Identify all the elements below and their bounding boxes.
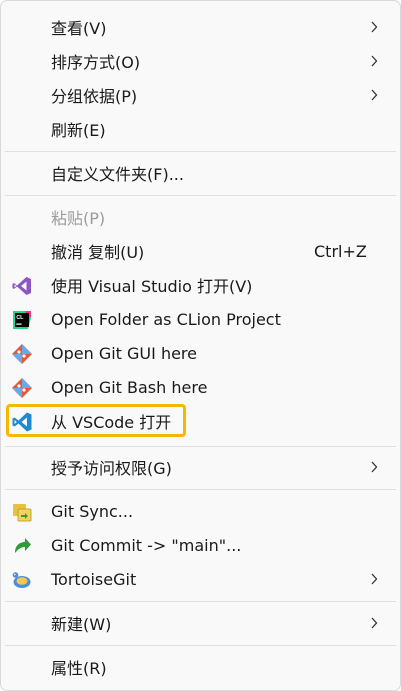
menu-item-properties[interactable]: 属性(R): [1, 650, 400, 684]
menu-separator: [5, 446, 396, 447]
chevron-right-icon: [367, 450, 381, 484]
svg-text:CL: CL: [16, 315, 24, 321]
menu-item-open-visual-studio[interactable]: 使用 Visual Studio 打开(V): [1, 268, 400, 302]
menu-separator: [5, 601, 396, 602]
menu-item-label: 排序方式(O): [51, 53, 141, 72]
menu-item-label: 新建(W): [51, 615, 112, 634]
menu-item-tortoisegit[interactable]: TortoiseGit: [1, 562, 400, 596]
menu-item-label: Git Sync...: [51, 501, 134, 521]
menu-item-give-access[interactable]: 授予访问权限(G): [1, 450, 400, 484]
menu-item-label: 属性(R): [51, 659, 107, 678]
menu-item-label: 授予访问权限(G): [51, 459, 172, 478]
menu-item-label: 查看(V): [51, 19, 107, 38]
menu-separator: [5, 195, 396, 196]
menu-item-view[interactable]: 查看(V): [1, 10, 400, 44]
menu-item-git-sync[interactable]: Git Sync...: [1, 494, 400, 528]
menu-item-undo-copy[interactable]: 撤消 复制(U) Ctrl+Z: [1, 234, 400, 268]
clion-icon: CL: [11, 309, 33, 331]
menu-item-label: 使用 Visual Studio 打开(V): [51, 277, 253, 296]
menu-item-label: Git Commit -> "main"...: [51, 535, 242, 555]
git-icon: [11, 377, 33, 399]
git-sync-icon: [11, 501, 33, 523]
menu-item-label: Open Folder as CLion Project: [51, 309, 281, 329]
menu-item-label: 刷新(E): [51, 121, 106, 140]
menu-item-git-commit[interactable]: Git Commit -> "main"...: [1, 528, 400, 562]
menu-item-label: 分组依据(P): [51, 87, 138, 106]
menu-item-group-by[interactable]: 分组依据(P): [1, 78, 400, 112]
menu-item-open-git-gui[interactable]: Open Git GUI here: [1, 336, 400, 370]
chevron-right-icon: [367, 44, 381, 78]
menu-item-customize-folder[interactable]: 自定义文件夹(F)...: [1, 156, 400, 190]
git-icon: [11, 343, 33, 365]
menu-item-label: Open Git Bash here: [51, 377, 208, 397]
menu-item-refresh[interactable]: 刷新(E): [1, 112, 400, 146]
menu-item-paste: 粘贴(P): [1, 200, 400, 234]
chevron-right-icon: [367, 606, 381, 640]
menu-item-open-clion[interactable]: CL Open Folder as CLion Project: [1, 302, 400, 336]
chevron-right-icon: [367, 562, 381, 596]
menu-separator: [5, 489, 396, 490]
visual-studio-icon: [11, 275, 33, 297]
chevron-right-icon: [367, 78, 381, 112]
tortoisegit-icon: [11, 569, 33, 591]
menu-separator: [5, 645, 396, 646]
menu-item-label: 自定义文件夹(F)...: [51, 165, 184, 184]
menu-separator: [5, 151, 396, 152]
menu-item-sort-by[interactable]: 排序方式(O): [1, 44, 400, 78]
context-menu: 查看(V) 排序方式(O) 分组依据(P) 刷新(E) 自定义文件夹(F)...…: [0, 0, 401, 691]
menu-item-new[interactable]: 新建(W): [1, 606, 400, 640]
menu-item-open-git-bash[interactable]: Open Git Bash here: [1, 370, 400, 404]
menu-item-label: 粘贴(P): [51, 209, 106, 228]
git-commit-icon: [11, 535, 33, 557]
menu-item-label: 撤消 复制(U): [51, 243, 145, 262]
selection-highlight-box: [6, 404, 186, 437]
chevron-right-icon: [367, 10, 381, 44]
shortcut-text: Ctrl+Z: [314, 241, 367, 261]
menu-item-label: Open Git GUI here: [51, 343, 197, 363]
menu-item-label: TortoiseGit: [51, 569, 137, 589]
